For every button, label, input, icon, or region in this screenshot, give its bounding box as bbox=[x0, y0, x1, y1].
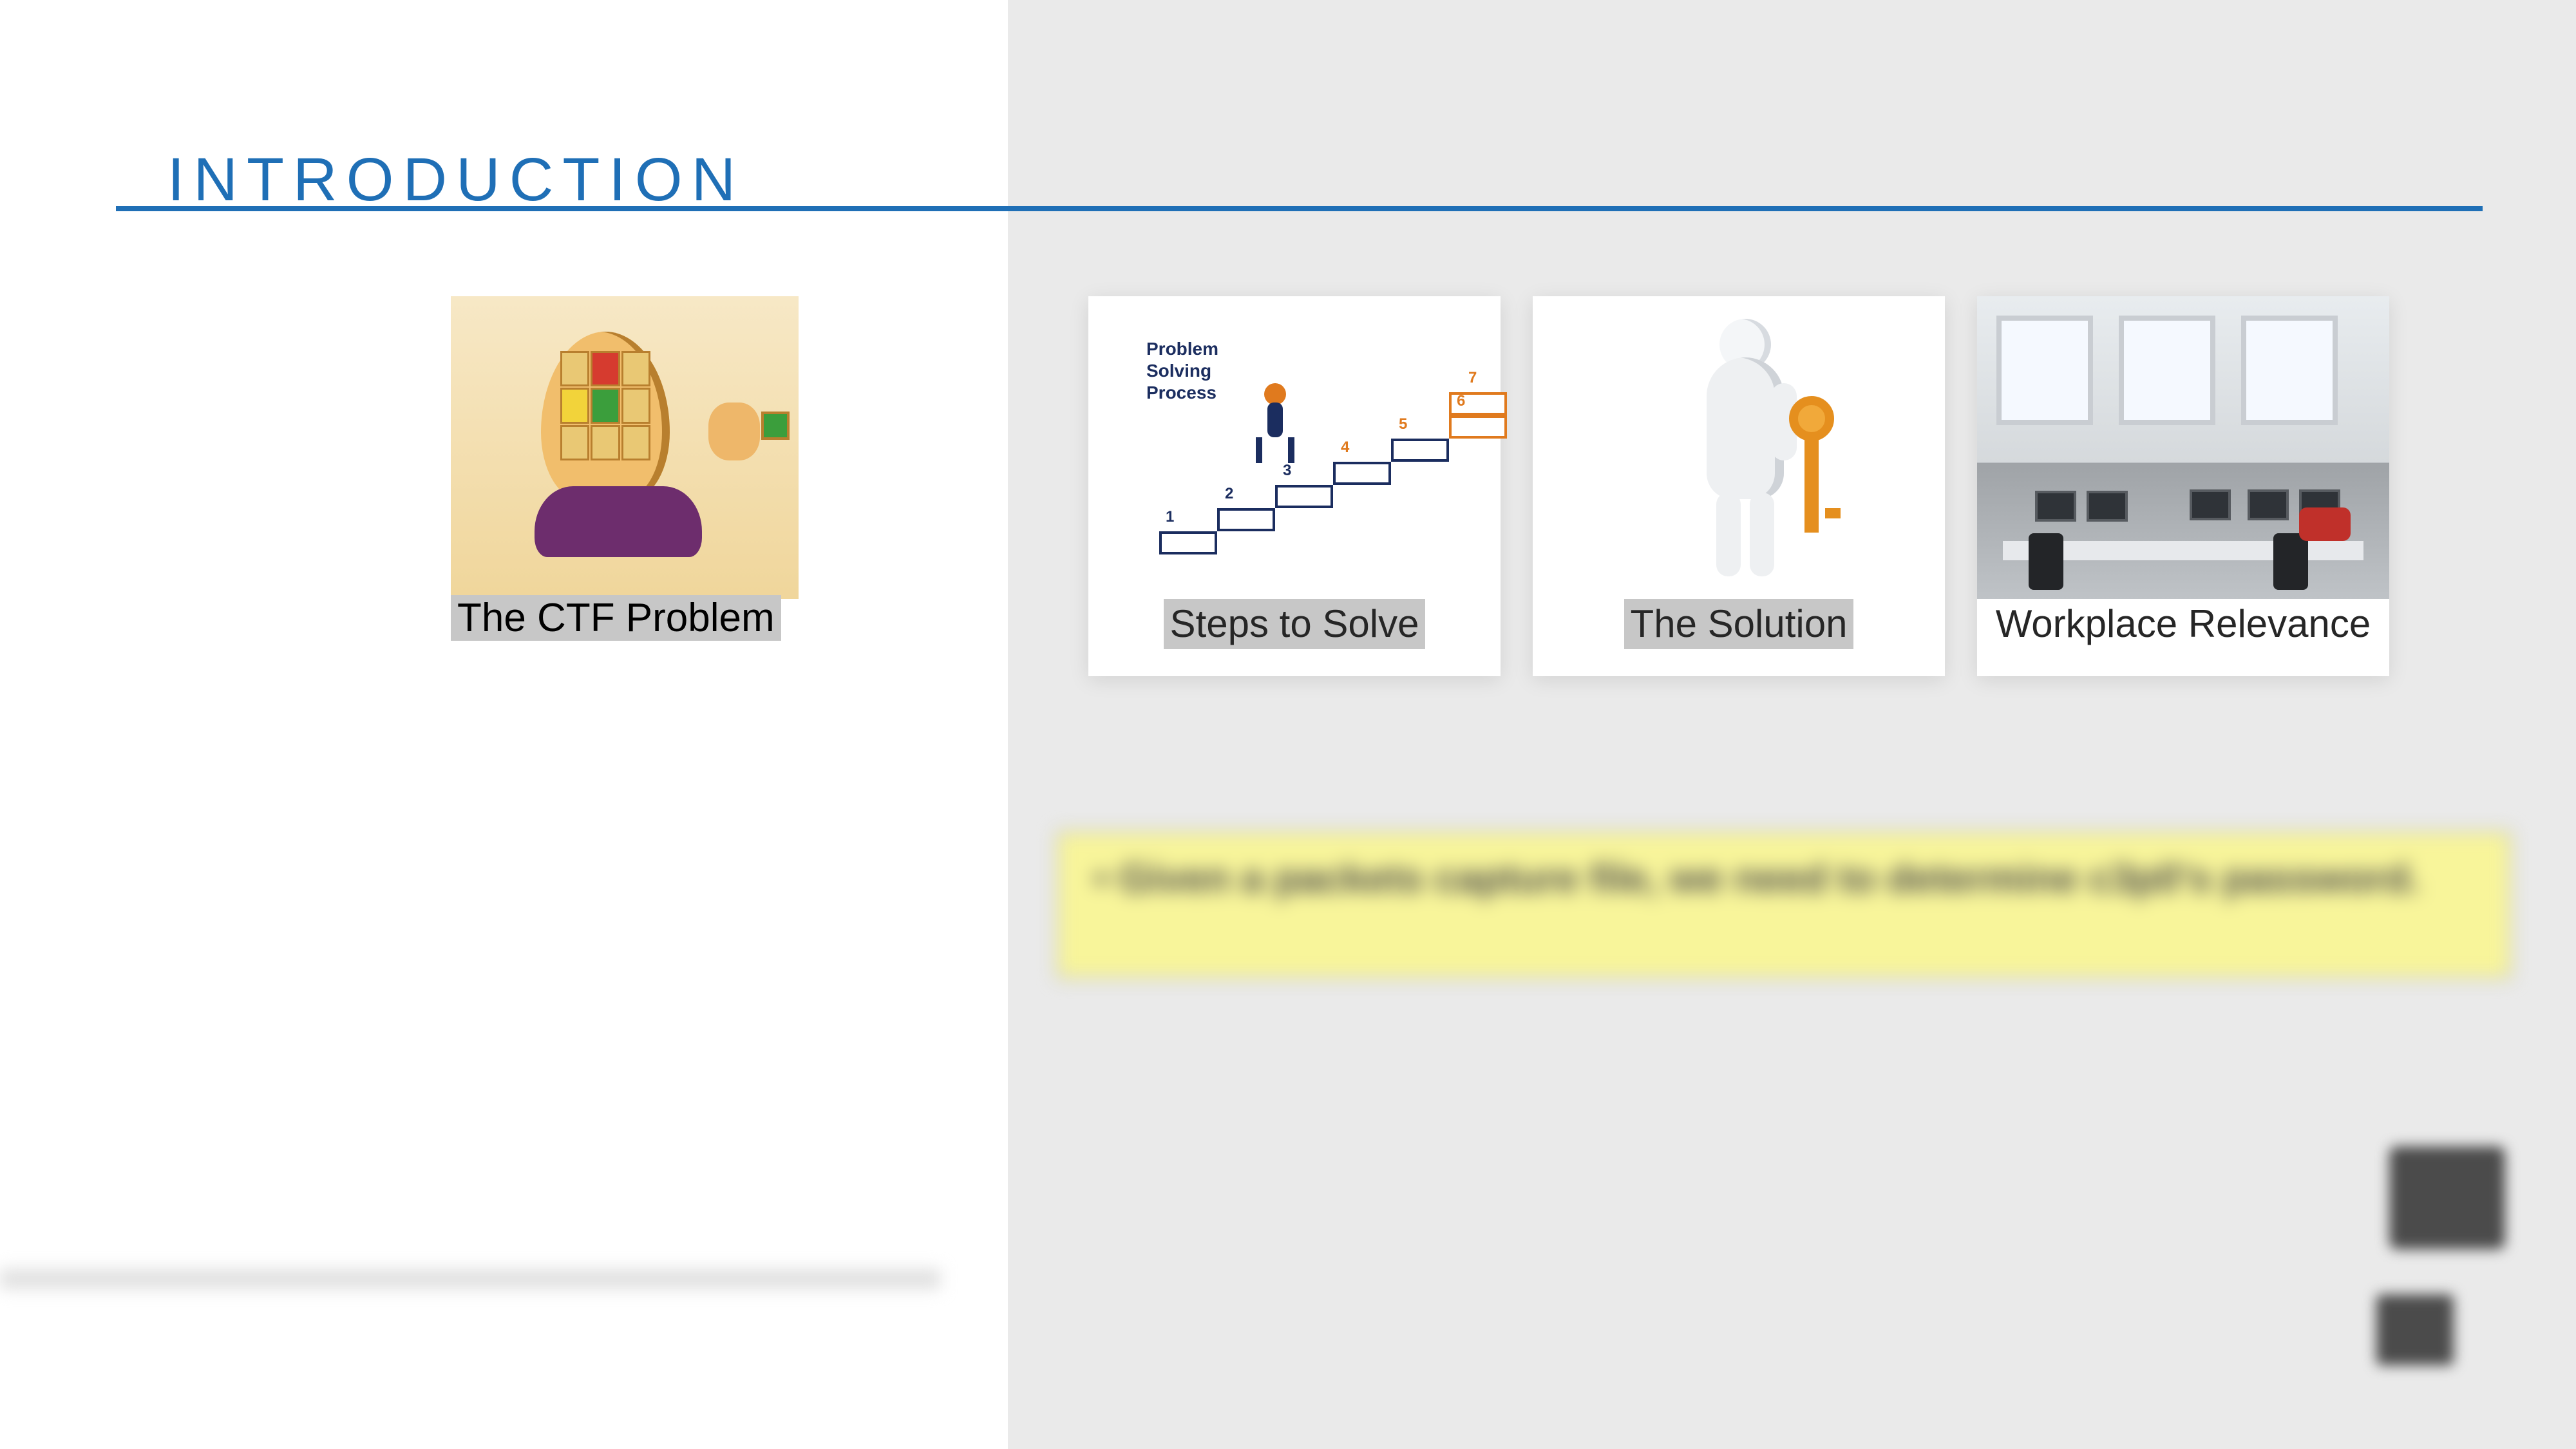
key-icon bbox=[1789, 396, 1834, 531]
slide-heading: INTRODUCTION bbox=[167, 145, 744, 215]
walking-figure-icon bbox=[1256, 383, 1294, 460]
step-number: 7 bbox=[1468, 369, 1477, 387]
note-text: • Given a packets capture file, we need … bbox=[1094, 851, 2474, 907]
card-label: The Solution bbox=[1624, 599, 1854, 649]
step-number: 5 bbox=[1399, 415, 1407, 433]
left-background-panel bbox=[0, 0, 1008, 1449]
decorative-square-icon bbox=[2389, 1146, 2505, 1249]
workplace-image bbox=[1977, 296, 2389, 599]
steps-graphic-title: Problem Solving Process bbox=[1146, 338, 1218, 404]
card-the-solution: The Solution bbox=[1533, 296, 1945, 676]
step-number: 1 bbox=[1166, 508, 1174, 526]
steps-image: Problem Solving Process 1 2 3 4 5 6 7 bbox=[1088, 296, 1501, 599]
bottom-shadow-bar bbox=[0, 1269, 940, 1289]
heading-underline bbox=[116, 206, 2483, 211]
ctf-problem-image bbox=[451, 296, 799, 599]
step-number: 2 bbox=[1225, 485, 1233, 503]
card-label: Workplace Relevance bbox=[1996, 599, 2371, 649]
solution-image bbox=[1533, 296, 1945, 599]
step-number: 4 bbox=[1341, 439, 1349, 457]
card-label: The CTF Problem bbox=[451, 595, 799, 641]
card-label: Steps to Solve bbox=[1164, 599, 1426, 649]
decorative-square-icon bbox=[2376, 1294, 2454, 1365]
puzzle-head-icon bbox=[502, 312, 747, 583]
right-background-panel bbox=[1008, 0, 2576, 1449]
step-number: 6 bbox=[1457, 392, 1465, 410]
blurred-note: • Given a packets capture file, we need … bbox=[1056, 831, 2512, 979]
card-steps-to-solve: Problem Solving Process 1 2 3 4 5 6 7 St… bbox=[1088, 296, 1501, 676]
card-workplace-relevance: Workplace Relevance bbox=[1977, 296, 2389, 676]
step-number: 3 bbox=[1283, 462, 1291, 480]
card-ctf-problem: The CTF Problem bbox=[451, 296, 799, 657]
